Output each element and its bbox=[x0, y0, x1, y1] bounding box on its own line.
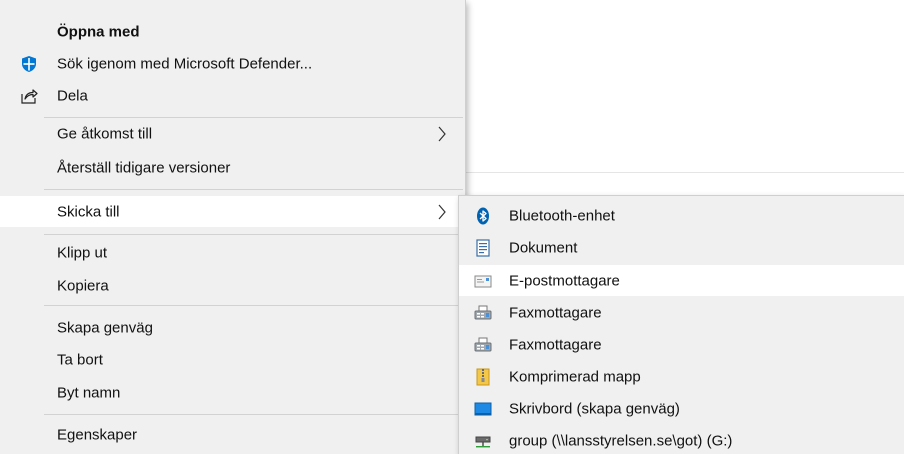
menu-separator bbox=[44, 234, 463, 235]
menu-item-label: Sök igenom med Microsoft Defender... bbox=[57, 55, 313, 73]
chevron-right-icon bbox=[437, 204, 447, 220]
submenu-item-compressed-folder[interactable]: Komprimerad mapp bbox=[459, 361, 904, 392]
submenu-item-label: Faxmottagare bbox=[509, 336, 602, 353]
menu-item-label: Skapa genväg bbox=[57, 319, 153, 337]
context-menu: Öppna med Sök igenom med Microsoft Defen… bbox=[0, 0, 466, 454]
submenu-item-label: Bluetooth-enhet bbox=[509, 207, 615, 225]
menu-item-label: Skicka till bbox=[57, 203, 120, 220]
menu-item-label: Öppna med bbox=[57, 23, 140, 41]
menu-item-send-to[interactable]: Skicka till bbox=[0, 196, 465, 227]
submenu-item-label: group (\\lansstyrelsen.se\got) (G:) bbox=[509, 432, 733, 449]
fax-icon bbox=[474, 304, 492, 322]
menu-item-open-with[interactable]: Öppna med bbox=[0, 18, 465, 46]
desktop-icon bbox=[474, 400, 492, 418]
menu-item-label: Ge åtkomst till bbox=[57, 125, 153, 143]
menu-item-rename[interactable]: Byt namn bbox=[0, 379, 465, 407]
menu-item-label: Ta bort bbox=[57, 351, 103, 369]
submenu-item-label: Komprimerad mapp bbox=[509, 368, 641, 385]
menu-item-properties[interactable]: Egenskaper bbox=[0, 421, 465, 449]
submenu-item-mail-recipient[interactable]: E-postmottagare bbox=[459, 265, 904, 296]
menu-separator bbox=[44, 414, 463, 415]
send-to-submenu: Bluetooth-enhet Dokument E-postmottagare… bbox=[458, 195, 904, 454]
menu-item-scan-defender[interactable]: Sök igenom med Microsoft Defender... bbox=[0, 50, 465, 78]
defender-shield-icon bbox=[20, 55, 38, 73]
network-drive-icon bbox=[474, 432, 492, 450]
submenu-item-label: Dokument bbox=[509, 239, 578, 257]
menu-separator bbox=[44, 189, 463, 190]
menu-item-create-shortcut[interactable]: Skapa genväg bbox=[0, 314, 465, 342]
menu-item-restore-versions[interactable]: Återställ tidigare versioner bbox=[0, 154, 465, 182]
menu-item-label: Klipp ut bbox=[57, 244, 108, 262]
menu-item-copy[interactable]: Kopiera bbox=[0, 272, 465, 300]
menu-item-label: Dela bbox=[57, 87, 88, 105]
menu-item-delete[interactable]: Ta bort bbox=[0, 346, 465, 374]
menu-separator bbox=[44, 117, 463, 118]
menu-item-share[interactable]: Dela bbox=[0, 82, 465, 110]
menu-separator bbox=[44, 305, 463, 306]
submenu-item-desktop-shortcut[interactable]: Skrivbord (skapa genväg) bbox=[459, 393, 904, 424]
submenu-item-label: Skrivbord (skapa genväg) bbox=[509, 400, 680, 417]
submenu-item-label: E-postmottagare bbox=[509, 272, 620, 289]
menu-item-label: Återställ tidigare versioner bbox=[57, 159, 231, 177]
menu-item-give-access[interactable]: Ge åtkomst till bbox=[0, 120, 465, 148]
fax-icon bbox=[474, 336, 492, 354]
submenu-item-label: Faxmottagare bbox=[509, 304, 602, 321]
menu-item-label: Kopiera bbox=[57, 277, 109, 295]
document-icon bbox=[474, 239, 492, 257]
submenu-item-documents[interactable]: Dokument bbox=[459, 233, 904, 263]
zip-folder-icon bbox=[474, 368, 492, 386]
submenu-item-network-drive[interactable]: group (\\lansstyrelsen.se\got) (G:) bbox=[459, 425, 904, 454]
share-icon bbox=[20, 87, 38, 105]
menu-item-cut[interactable]: Klipp ut bbox=[0, 239, 465, 267]
mail-recipient-icon bbox=[474, 272, 492, 290]
submenu-item-fax-1[interactable]: Faxmottagare bbox=[459, 297, 904, 328]
chevron-right-icon bbox=[437, 126, 447, 142]
background-divider bbox=[466, 172, 904, 173]
screen: Öppna med Sök igenom med Microsoft Defen… bbox=[0, 0, 904, 454]
submenu-item-fax-2[interactable]: Faxmottagare bbox=[459, 329, 904, 360]
menu-item-label: Egenskaper bbox=[57, 426, 138, 444]
menu-item-label: Byt namn bbox=[57, 384, 121, 402]
submenu-item-bluetooth[interactable]: Bluetooth-enhet bbox=[459, 201, 904, 231]
bluetooth-icon bbox=[474, 207, 492, 225]
